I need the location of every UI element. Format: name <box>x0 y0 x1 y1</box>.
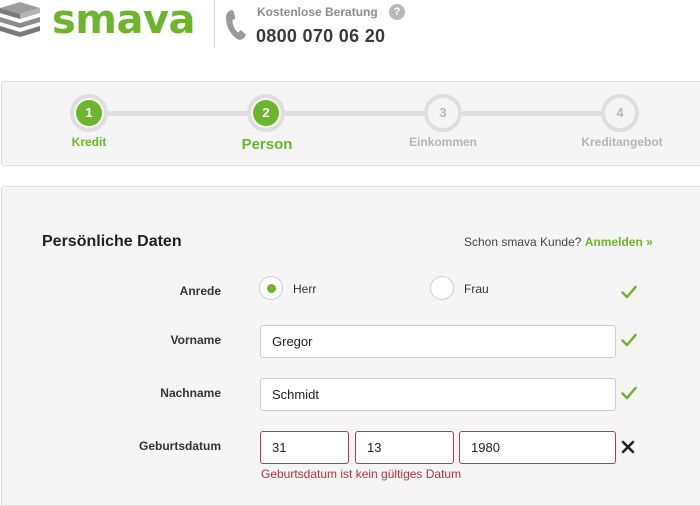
login-prompt-text: Schon smava Kunde? <box>464 235 582 249</box>
last-name-label: Nachname <box>160 386 221 400</box>
salutation-label: Anrede <box>179 284 221 298</box>
step-connector <box>285 111 428 116</box>
step-2-circle[interactable]: 2 <box>247 94 285 132</box>
step-4-circle: 4 <box>601 94 639 132</box>
section-title: Persönliche Daten <box>42 233 182 250</box>
first-name-valid-check-icon <box>621 333 637 347</box>
birth-date-error-x-icon <box>621 440 635 454</box>
progress-stepper: 1 2 3 4 Kredit Person Einkommen Kreditan… <box>1 81 700 166</box>
step-3-number: 3 <box>430 100 456 126</box>
radio-herr[interactable] <box>259 276 283 300</box>
first-name-input[interactable] <box>260 325 616 358</box>
hotline-label: Kostenlose Beratung <box>257 5 378 19</box>
first-name-label: Vorname <box>170 333 221 347</box>
birth-month-input[interactable] <box>355 431 454 464</box>
radio-frau-label[interactable]: Frau <box>464 282 489 296</box>
step-1-number: 1 <box>76 100 102 126</box>
logo-text: smava <box>52 0 196 43</box>
radio-herr-label[interactable]: Herr <box>293 282 316 296</box>
hotline-number[interactable]: 0800 070 06 20 <box>256 26 385 47</box>
step-2-number: 2 <box>253 100 279 126</box>
step-connector <box>462 111 605 116</box>
header-divider <box>214 0 215 48</box>
step-4-number: 4 <box>607 100 633 126</box>
login-prompt: Schon smava Kunde? Anmelden » <box>464 235 653 249</box>
help-icon[interactable]: ? <box>389 4 405 20</box>
step-3-circle: 3 <box>424 94 462 132</box>
salutation-valid-check-icon <box>621 285 637 299</box>
step-connector <box>108 111 252 116</box>
login-link[interactable]: Anmelden » <box>585 235 653 249</box>
birth-day-input[interactable] <box>260 431 349 464</box>
step-1-label[interactable]: Kredit <box>39 135 139 149</box>
last-name-valid-check-icon <box>621 386 637 400</box>
step-1-circle[interactable]: 1 <box>70 94 108 132</box>
logo-mark-icon <box>0 2 40 37</box>
personal-data-form: Persönliche Daten Schon smava Kunde? Anm… <box>1 186 700 506</box>
phone-icon <box>226 10 246 40</box>
smava-logo[interactable]: smava <box>0 0 205 48</box>
step-4-label: Kreditangebot <box>581 135 663 149</box>
birth-date-error-message: Geburtsdatum ist kein gültiges Datum <box>261 467 462 481</box>
step-3-label: Einkommen <box>408 135 477 149</box>
step-2-label: Person <box>241 136 293 153</box>
birth-year-input[interactable] <box>459 431 616 464</box>
radio-frau[interactable] <box>430 276 454 300</box>
birth-date-label: Geburtsdatum <box>138 439 221 453</box>
page-header: smava Kostenlose Beratung ? 0800 070 06 … <box>0 0 700 62</box>
last-name-input[interactable] <box>260 378 616 411</box>
